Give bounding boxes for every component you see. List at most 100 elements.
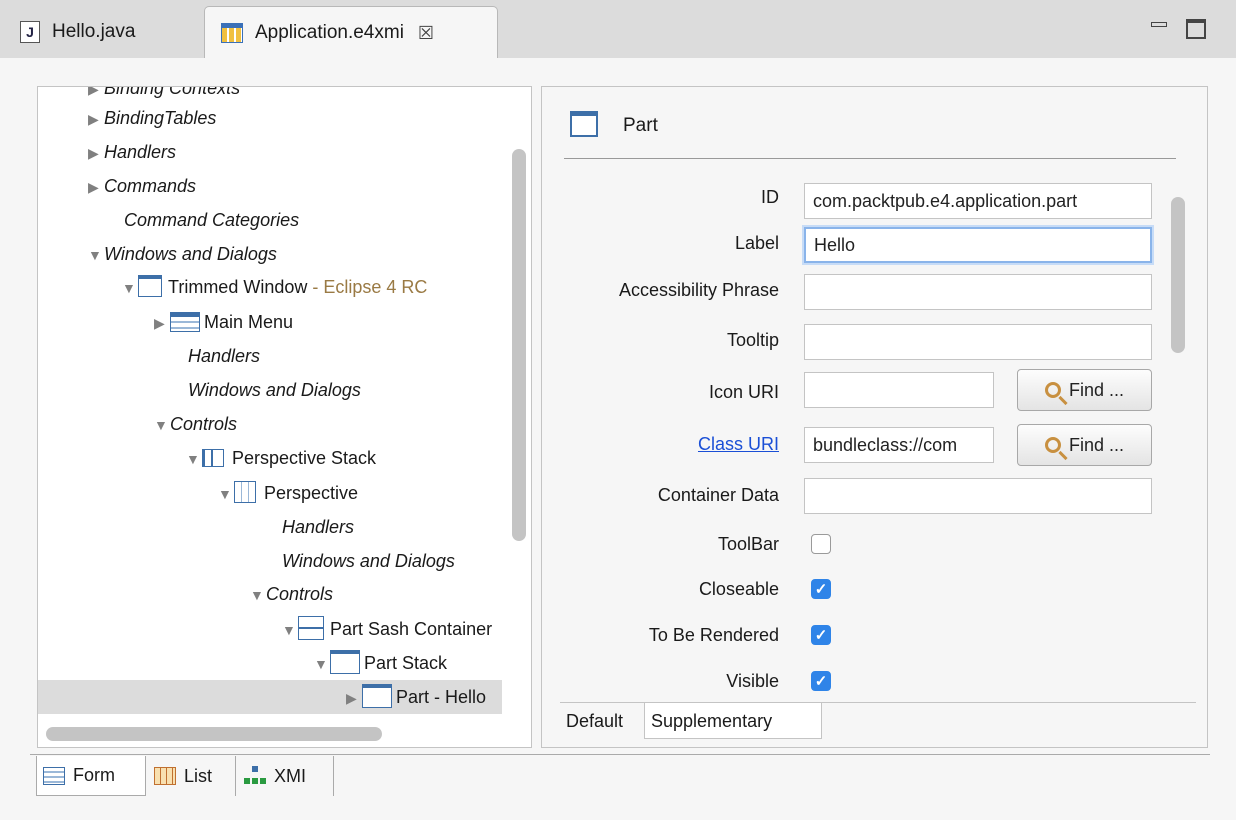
class-uri-find-button[interactable]: Find ... [1017, 424, 1152, 466]
expand-arrow-icon[interactable]: ▶ [88, 136, 104, 170]
container-data-field[interactable] [804, 478, 1152, 514]
detail-title: Part [623, 115, 658, 136]
collapse-arrow-icon[interactable]: ▼ [154, 408, 170, 442]
icon-uri-find-button[interactable]: Find ... [1017, 369, 1152, 411]
icon-uri-label: Icon URI [708, 382, 779, 402]
tree-item[interactable]: ▶ Main Menu [38, 305, 531, 339]
accessibility-phrase-label: Accessibility Phrase [618, 280, 779, 300]
label-field[interactable] [804, 227, 1152, 263]
java-file-icon: J [20, 21, 40, 43]
toolbar-checkbox[interactable] [811, 534, 831, 554]
expand-arrow-icon[interactable]: ▶ [88, 102, 104, 136]
to-be-rendered-label: To Be Rendered [648, 625, 779, 645]
tree-item[interactable]: ▼ Controls [38, 407, 531, 441]
tooltip-field[interactable] [804, 324, 1152, 360]
part-detail-panel: Part ID Label Accessibility Phrase Toolt… [541, 86, 1208, 748]
collapse-arrow-icon[interactable]: ▼ [314, 647, 330, 681]
accessibility-phrase-field[interactable] [804, 274, 1152, 310]
hierarchy-icon [244, 766, 266, 786]
part-stack-icon [330, 650, 360, 674]
tree-item[interactable]: ▼ Controls [38, 577, 531, 611]
model-tree[interactable]: ▶ Binding Contexts ▶ BindingTables ▶ Handlers… [37, 86, 532, 748]
tree-item-label: Main Menu [204, 312, 294, 332]
tree-item-label: BindingTables [104, 108, 217, 128]
tree-item[interactable]: Command Categories [38, 203, 531, 237]
id-field[interactable] [804, 183, 1152, 219]
collapse-arrow-icon[interactable]: ▼ [186, 442, 202, 476]
tab-supplementary[interactable]: Supplementary [644, 703, 822, 739]
class-uri-link[interactable]: Class URI [698, 434, 779, 455]
table-icon [154, 767, 176, 785]
tree-item[interactable]: ▶ Part - Hello [38, 680, 502, 714]
collapse-arrow-icon[interactable]: ▼ [218, 477, 234, 511]
tab-application-e4xmi[interactable]: Application.e4xmi ☒ [204, 6, 498, 59]
tree-item-label: Commands [104, 176, 197, 196]
search-icon [1044, 437, 1061, 453]
expand-arrow-icon[interactable]: ▶ [154, 306, 170, 340]
label-label: Label [734, 233, 779, 253]
tree-item[interactable]: ▼ Windows and Dialogs [38, 237, 531, 271]
tree-item-label: Binding Contexts [104, 86, 241, 98]
closeable-checkbox[interactable]: ✓ [811, 579, 831, 599]
window-icon [138, 275, 162, 297]
tab-default[interactable]: Default [560, 703, 644, 739]
tree-item-label: Part Sash Container [330, 619, 493, 639]
tree-item-label: Windows and Dialogs [188, 380, 361, 400]
tree-item-label: Part Stack [364, 653, 448, 673]
maximize-icon[interactable] [1186, 19, 1206, 39]
tab-label: Application.e4xmi [255, 22, 404, 43]
tree-item[interactable]: ▼ Perspective [38, 476, 531, 510]
tab-xmi[interactable]: XMI [238, 756, 334, 796]
find-button-label: Find ... [1068, 434, 1125, 455]
expand-arrow-icon[interactable]: ▶ [346, 681, 362, 715]
tree-item-label: Controls [170, 414, 238, 434]
find-button-label: Find ... [1068, 379, 1125, 400]
tree-horizontal-scrollbar[interactable] [46, 727, 382, 741]
e4xmi-file-icon [221, 23, 243, 43]
tree-item-label: Perspective [264, 483, 359, 503]
tab-hello-java[interactable]: J Hello.java [6, 6, 202, 58]
tree-item[interactable]: ▶ Commands [38, 169, 531, 203]
to-be-rendered-checkbox[interactable]: ✓ [811, 625, 831, 645]
tooltip-label: Tooltip [726, 330, 779, 350]
tab-form-label: Form [73, 765, 115, 785]
detail-vertical-scrollbar[interactable] [1171, 197, 1185, 353]
menu-icon [170, 312, 200, 332]
tree-item[interactable]: ▼ Part Stack [38, 646, 531, 680]
part-icon [570, 111, 598, 137]
tree-item[interactable]: Windows and Dialogs [38, 373, 531, 407]
tree-item[interactable]: Handlers [38, 339, 531, 373]
id-label: ID [761, 187, 779, 207]
tree-item[interactable]: ▼ Part Sash Container [38, 612, 531, 646]
tree-item[interactable]: ▶ BindingTables [38, 101, 531, 135]
collapse-arrow-icon[interactable]: ▼ [122, 271, 138, 305]
tree-item[interactable]: ▼ Perspective Stack [38, 441, 531, 475]
title-divider [564, 158, 1176, 159]
icon-uri-field[interactable] [804, 372, 994, 408]
close-icon[interactable]: ☒ [418, 23, 434, 44]
tree-vertical-scrollbar[interactable] [512, 149, 526, 541]
visible-checkbox[interactable]: ✓ [811, 671, 831, 691]
tree-item[interactable]: ▼ Trimmed Window - Eclipse 4 RC [38, 270, 531, 304]
collapse-arrow-icon[interactable]: ▼ [88, 238, 104, 272]
perspective-stack-icon [202, 449, 224, 467]
tree-item-label: Windows and Dialogs [104, 244, 277, 264]
tree-item-label: Handlers [188, 346, 261, 366]
tree-item[interactable]: Windows and Dialogs [38, 544, 531, 578]
minimize-icon[interactable] [1151, 22, 1167, 27]
collapse-arrow-icon[interactable]: ▼ [282, 613, 298, 647]
perspective-icon [234, 481, 256, 503]
editor-tab-bar: J Hello.java Application.e4xmi ☒ [0, 0, 1236, 59]
visible-label: Visible [726, 671, 779, 691]
tree-item-label: Windows and Dialogs [282, 551, 455, 571]
class-uri-field[interactable] [804, 427, 994, 463]
collapse-arrow-icon[interactable]: ▼ [250, 578, 266, 612]
expand-arrow-icon[interactable]: ▶ [88, 170, 104, 204]
tree-item[interactable]: ▶ Handlers [38, 135, 531, 169]
tree-item-label: Command Categories [124, 210, 300, 230]
tree-item-label: Part - Hello [396, 687, 487, 707]
tree-item[interactable]: Handlers [38, 510, 531, 544]
tree-item-label: Handlers [104, 142, 177, 162]
tab-list[interactable]: List [148, 756, 236, 796]
tab-form[interactable]: Form [36, 756, 146, 796]
